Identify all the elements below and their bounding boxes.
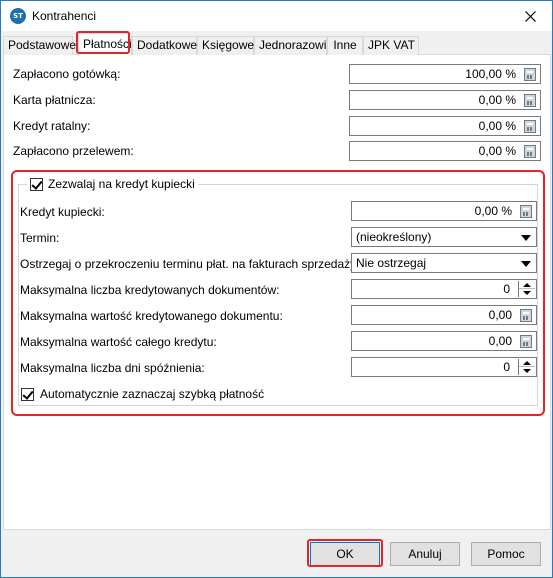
term-value: (nieokreślony) bbox=[356, 230, 432, 244]
max-docs-stepper[interactable]: 0 bbox=[351, 279, 537, 299]
chevron-down-icon[interactable] bbox=[521, 235, 531, 241]
max-docs-label: Maksymalna liczba kredytowanych dokument… bbox=[20, 283, 280, 297]
installment-label: Kredyt ratalny: bbox=[13, 119, 91, 133]
warn-label: Ostrzegaj o przekroczeniu terminu płat. … bbox=[20, 257, 360, 271]
tab-bar: Podstawowe Płatności Dodatkowe Księgowe … bbox=[3, 33, 551, 56]
auto-fast-payment-checkbox[interactable] bbox=[21, 388, 34, 401]
warn-value: Nie ostrzegaj bbox=[356, 256, 427, 270]
chevron-down-icon[interactable] bbox=[521, 261, 531, 267]
help-button[interactable]: Pomoc bbox=[471, 542, 541, 566]
max-total-field[interactable]: 0,00 bbox=[351, 331, 537, 351]
max-total-value: 0,00 bbox=[488, 334, 512, 348]
card-value: 0,00 % bbox=[478, 93, 516, 107]
tab-inne[interactable]: Inne bbox=[327, 36, 363, 55]
transfer-label: Zapłacono przelewem: bbox=[13, 144, 134, 158]
card-label: Karta płatnicza: bbox=[13, 93, 96, 107]
max-days-stepper[interactable]: 0 bbox=[351, 357, 537, 377]
card-field[interactable]: 0,00 % bbox=[349, 90, 541, 110]
term-dropdown[interactable]: (nieokreślony) bbox=[351, 227, 537, 247]
tab-dodatkowe[interactable]: Dodatkowe bbox=[132, 36, 197, 55]
title-bar[interactable]: ST Kontrahenci bbox=[1, 1, 552, 31]
spin-down-icon[interactable] bbox=[519, 289, 535, 297]
calculator-icon[interactable] bbox=[524, 68, 536, 81]
tab-platnosci[interactable]: Płatności bbox=[78, 33, 132, 56]
app-logo-icon: ST bbox=[10, 8, 26, 24]
allow-credit-checkbox[interactable] bbox=[30, 177, 43, 191]
cash-label: Zapłacono gotówką: bbox=[13, 67, 121, 81]
max-doc-value-field[interactable]: 0,00 bbox=[351, 305, 537, 325]
max-days-value: 0 bbox=[503, 360, 510, 374]
spinner-buttons bbox=[518, 281, 535, 297]
cancel-button[interactable]: Anuluj bbox=[390, 542, 460, 566]
cash-value: 100,00 % bbox=[465, 67, 516, 81]
credit-value: 0,00 % bbox=[474, 204, 512, 218]
merchant-credit-group-highlight: Zezwalaj na kredyt kupiecki Kredyt kupie… bbox=[11, 170, 545, 416]
close-icon bbox=[524, 10, 536, 22]
spin-up-icon[interactable] bbox=[519, 281, 535, 289]
allow-credit-label: Zezwalaj na kredyt kupiecki bbox=[48, 177, 195, 191]
dialog-window: ST Kontrahenci Podstawowe Płatności Doda… bbox=[0, 0, 553, 578]
max-days-label: Maksymalna liczba dni spóźnienia: bbox=[20, 361, 205, 375]
max-doc-value-value: 0,00 bbox=[488, 308, 512, 322]
tab-jednorazowi[interactable]: Jednorazowi bbox=[254, 36, 327, 55]
calculator-icon[interactable] bbox=[520, 309, 532, 322]
max-doc-value-label: Maksymalna wartość kredytowanego dokumen… bbox=[20, 309, 283, 323]
tab-ksiegowe[interactable]: Księgowe bbox=[197, 36, 254, 55]
installment-field[interactable]: 0,00 % bbox=[349, 116, 541, 136]
auto-fast-payment-label: Automatycznie zaznaczaj szybką płatność bbox=[40, 387, 265, 401]
max-docs-value: 0 bbox=[503, 282, 510, 296]
transfer-value: 0,00 % bbox=[478, 144, 516, 158]
calculator-icon[interactable] bbox=[524, 120, 536, 133]
transfer-field[interactable]: 0,00 % bbox=[349, 141, 541, 161]
close-button[interactable] bbox=[508, 1, 552, 31]
spin-down-icon[interactable] bbox=[519, 367, 535, 375]
calculator-icon[interactable] bbox=[524, 94, 536, 107]
ok-button[interactable]: OK bbox=[310, 542, 380, 566]
calculator-icon[interactable] bbox=[520, 205, 532, 218]
installment-value: 0,00 % bbox=[478, 119, 516, 133]
spinner-buttons bbox=[518, 359, 535, 375]
allow-credit-checkbox-row[interactable]: Zezwalaj na kredyt kupiecki bbox=[27, 176, 198, 192]
tab-jpk-vat[interactable]: JPK VAT bbox=[363, 36, 419, 55]
window-title: Kontrahenci bbox=[32, 9, 97, 23]
calculator-icon[interactable] bbox=[524, 145, 536, 158]
spin-up-icon[interactable] bbox=[519, 359, 535, 367]
max-total-label: Maksymalna wartość całego kredytu: bbox=[20, 335, 217, 349]
calculator-icon[interactable] bbox=[520, 335, 532, 348]
warn-dropdown[interactable]: Nie ostrzegaj bbox=[351, 253, 537, 273]
term-label: Termin: bbox=[20, 231, 60, 245]
credit-label: Kredyt kupiecki: bbox=[20, 205, 105, 219]
credit-field[interactable]: 0,00 % bbox=[351, 201, 537, 221]
tab-podstawowe[interactable]: Podstawowe bbox=[3, 36, 76, 55]
cash-field[interactable]: 100,00 % bbox=[349, 64, 541, 84]
payments-panel: Zapłacono gotówką: 100,00 % Karta płatni… bbox=[3, 55, 551, 530]
